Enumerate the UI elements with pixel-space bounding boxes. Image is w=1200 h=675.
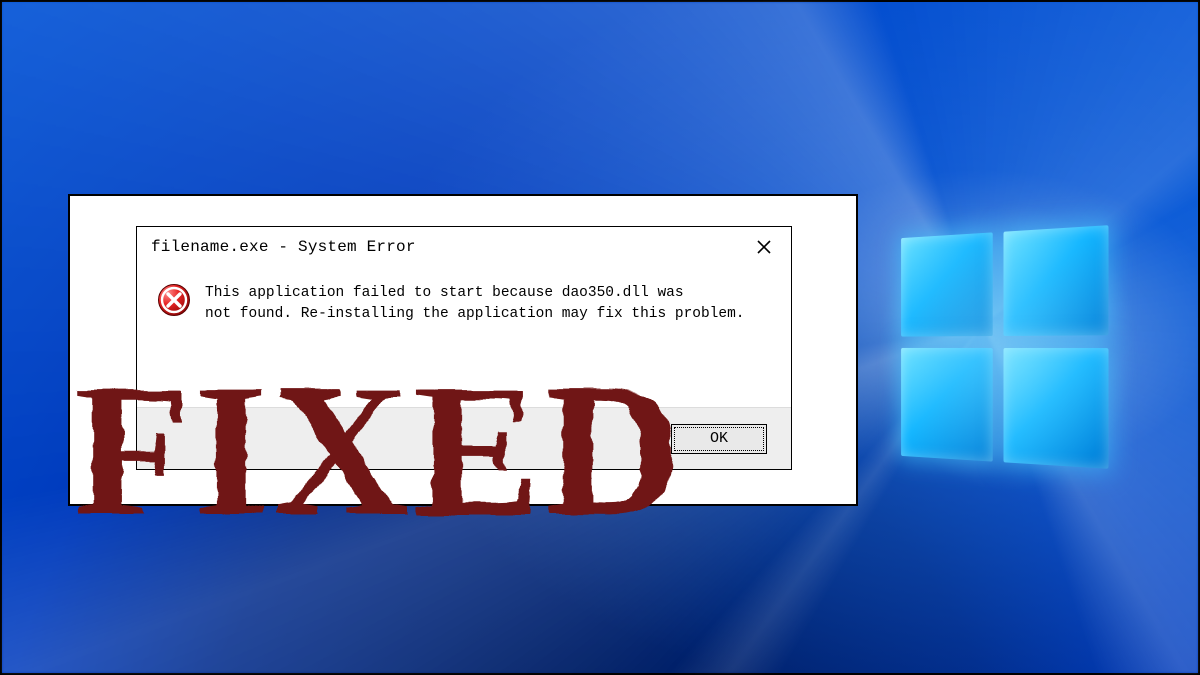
ok-button-label: OK <box>710 430 728 447</box>
dialog-body: This application failed to start because… <box>137 265 791 407</box>
close-icon <box>757 240 771 254</box>
close-button[interactable] <box>747 234 781 260</box>
dialog-button-row: OK <box>137 407 791 469</box>
dialog-backdrop: filename.exe - System Error <box>68 194 858 506</box>
dialog-title: filename.exe - System Error <box>151 238 416 256</box>
dialog-titlebar: filename.exe - System Error <box>137 227 791 265</box>
dialog-message: This application failed to start because… <box>205 283 745 407</box>
error-dialog: filename.exe - System Error <box>136 226 792 470</box>
error-icon <box>157 283 191 317</box>
windows-logo-icon <box>901 225 1108 469</box>
ok-button[interactable]: OK <box>671 424 767 454</box>
